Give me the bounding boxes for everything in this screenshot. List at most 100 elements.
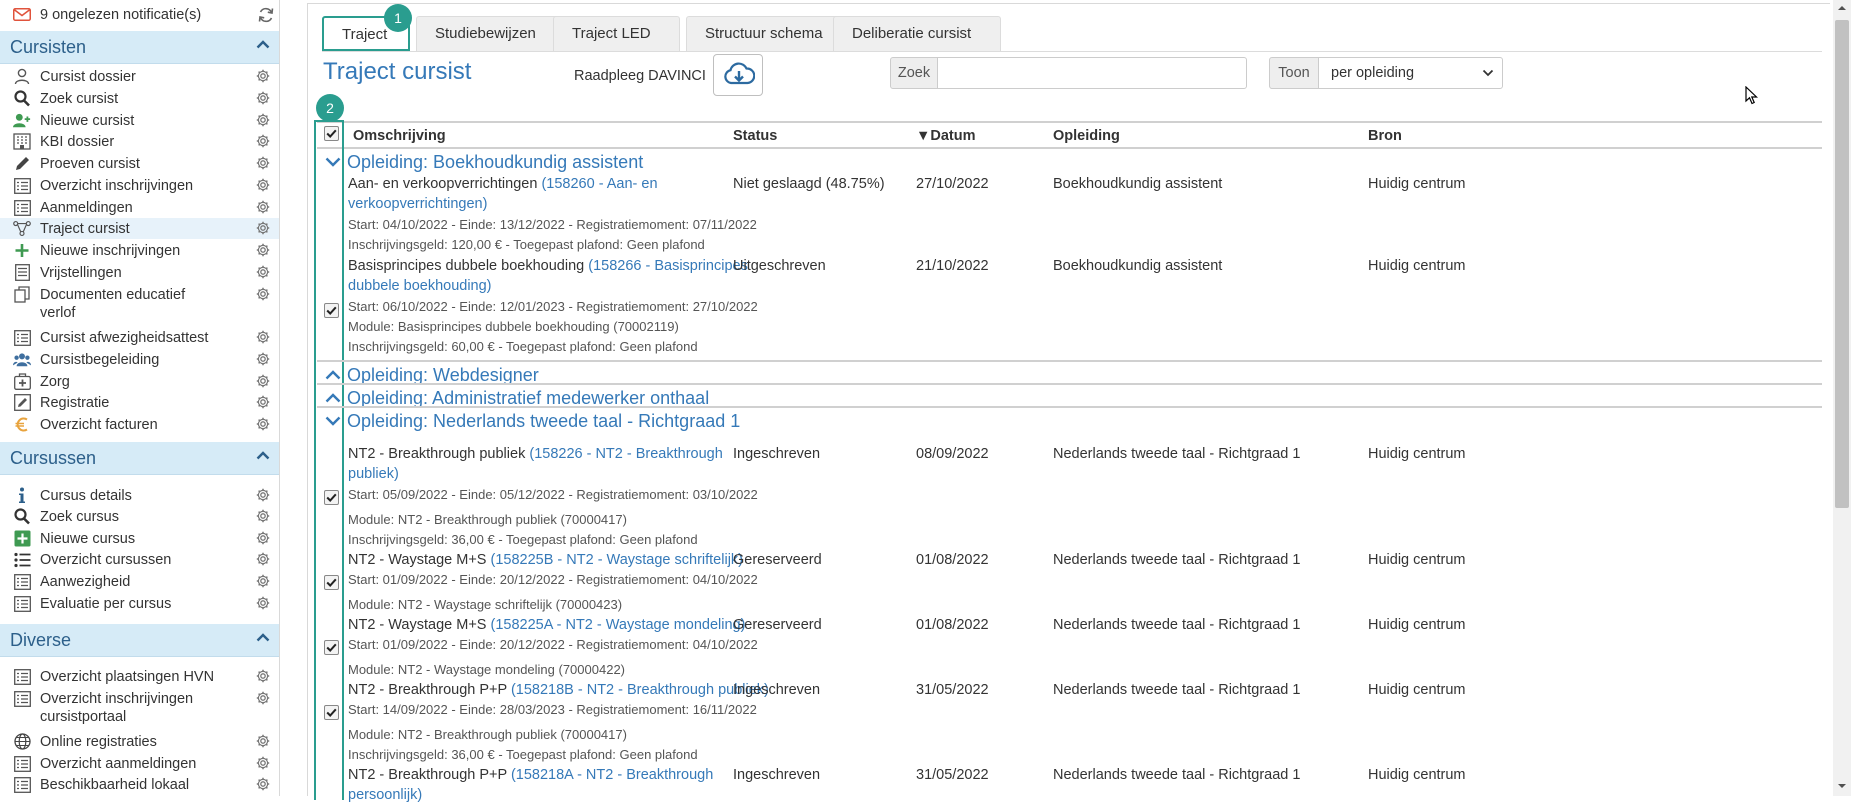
scroll-up-icon[interactable] xyxy=(1836,3,1848,13)
group-row-opleiding-nederlands-tweede-taal-richtgraad-1[interactable]: Opleiding: Nederlands tweede taal - Rich… xyxy=(317,410,1822,434)
gear-icon[interactable] xyxy=(256,265,270,279)
sidebar-item-aanmeldingen[interactable]: Aanmeldingen xyxy=(0,197,279,218)
sidebar-item-overzicht-aanmeldingen[interactable]: Overzicht aanmeldingen xyxy=(0,753,279,774)
row-checkbox[interactable] xyxy=(324,303,339,318)
gear-icon[interactable] xyxy=(256,691,270,705)
chevron-up-icon[interactable] xyxy=(325,370,341,380)
sidebar-item-online-registraties[interactable]: Online registraties xyxy=(0,731,279,752)
row-course-link[interactable]: (158260 - Aan- en xyxy=(541,176,657,192)
sidebar-item-zoek-cursist[interactable]: Zoek cursist xyxy=(0,88,279,109)
chevron-down-icon[interactable] xyxy=(325,416,341,426)
sidebar-item-overzicht-plaatsingen-hvn[interactable]: Overzicht plaatsingen HVN xyxy=(0,666,279,687)
sidebar-item-registratie[interactable]: Registratie xyxy=(0,392,279,413)
sidebar-item-nieuwe-cursist[interactable]: Nieuwe cursist xyxy=(0,110,279,131)
gear-icon[interactable] xyxy=(256,574,270,588)
gear-icon[interactable] xyxy=(256,156,270,170)
column-header-opleiding[interactable]: Opleiding xyxy=(1053,128,1120,144)
sidebar-item-cursist-afwezigheidsattest[interactable]: Cursist afwezigheidsattest xyxy=(0,327,279,348)
refresh-icon[interactable] xyxy=(257,6,275,24)
notifications-text[interactable]: 9 ongelezen notificatie(s) xyxy=(40,7,201,23)
group-title[interactable]: Opleiding: Nederlands tweede taal - Rich… xyxy=(347,411,740,432)
row-course-link[interactable]: (158218A - NT2 - Breakthrough xyxy=(511,767,713,783)
gear-icon[interactable] xyxy=(256,509,270,523)
sidebar-item-traject-cursist[interactable]: Traject cursist xyxy=(0,218,279,239)
chevron-down-icon[interactable] xyxy=(325,157,341,167)
gear-icon[interactable] xyxy=(256,91,270,105)
gear-icon[interactable] xyxy=(256,134,270,148)
raadpleeg-davinci-button[interactable] xyxy=(713,54,763,96)
row-checkbox[interactable] xyxy=(324,490,339,505)
sidebar-item-documenten-educatief[interactable]: Documenten educatief verlof xyxy=(0,284,279,326)
row-course-link[interactable]: (158226 - NT2 - Breakthrough xyxy=(529,446,722,462)
sidebar-item-cursistbegeleiding[interactable]: Cursistbegeleiding xyxy=(0,349,279,370)
sidebar-item-cursus-details[interactable]: Cursus details xyxy=(0,485,279,506)
column-header-bron[interactable]: Bron xyxy=(1368,128,1402,144)
row-course-link[interactable]: persoonlijk) xyxy=(348,787,422,803)
group-title[interactable]: Opleiding: Boekhoudkundig assistent xyxy=(347,152,643,173)
sidebar-section-diverse[interactable]: Diverse xyxy=(0,624,279,657)
gear-icon[interactable] xyxy=(256,221,270,235)
sidebar-item-nieuwe-inschrijvingen[interactable]: Nieuwe inschrijvingen xyxy=(0,240,279,261)
sidebar-item-kbi-dossier[interactable]: KBI dossier xyxy=(0,131,279,152)
row-checkbox[interactable] xyxy=(324,640,339,655)
row-course-link[interactable]: (158225B - NT2 - Waystage schriftelijk) xyxy=(491,552,744,568)
main-scrollbar-thumb[interactable] xyxy=(1835,20,1849,508)
sidebar-item-proeven-cursist[interactable]: Proeven cursist xyxy=(0,153,279,174)
row-course-link[interactable]: (158225A - NT2 - Waystage mondeling) xyxy=(491,617,746,633)
sidebar-item-aanwezigheid[interactable]: Aanwezigheid xyxy=(0,571,279,592)
tab-studiebewijzen[interactable]: Studiebewijzen xyxy=(416,16,576,51)
row-course-link[interactable]: (158218B - NT2 - Breakthrough publiek) xyxy=(511,682,769,698)
gear-icon[interactable] xyxy=(256,596,270,610)
sidebar-item-zoek-cursus[interactable]: Zoek cursus xyxy=(0,506,279,527)
sidebar-item-overzicht-inschrijvingen[interactable]: Overzicht inschrijvingen cursistportaal xyxy=(0,688,279,730)
gear-icon[interactable] xyxy=(256,330,270,344)
gear-icon[interactable] xyxy=(256,243,270,257)
row-course-link[interactable]: (158266 - Basisprincipes xyxy=(588,258,748,274)
gear-icon[interactable] xyxy=(256,777,270,791)
chevron-up-icon[interactable] xyxy=(325,393,341,403)
gear-icon[interactable] xyxy=(256,352,270,366)
notifications-row[interactable]: 9 ongelezen notificatie(s) xyxy=(0,3,279,29)
scroll-down-icon[interactable] xyxy=(1836,781,1848,791)
sidebar-item-cursist-dossier[interactable]: Cursist dossier xyxy=(0,66,279,87)
group-row-opleiding-boekhoudkundig-assistent[interactable]: Opleiding: Boekhoudkundig assistent xyxy=(317,151,1822,175)
sidebar-section-cursisten[interactable]: Cursisten xyxy=(0,31,279,64)
tab-deliberatie-cursist[interactable]: Deliberatie cursist xyxy=(833,16,1001,51)
gear-icon[interactable] xyxy=(256,669,270,683)
gear-icon[interactable] xyxy=(256,417,270,431)
toon-select[interactable]: per opleiding xyxy=(1318,57,1503,89)
gear-icon[interactable] xyxy=(256,200,270,214)
gear-icon[interactable] xyxy=(256,552,270,566)
row-course-link[interactable]: dubbele boekhouding) xyxy=(348,278,492,294)
sidebar-item-evaluatie-per-cursus[interactable]: Evaluatie per cursus xyxy=(0,593,279,614)
row-checkbox[interactable] xyxy=(324,705,339,720)
gear-icon[interactable] xyxy=(256,488,270,502)
column-header-status[interactable]: Status xyxy=(733,128,777,144)
gear-icon[interactable] xyxy=(256,69,270,83)
sidebar-item-nieuwe-cursus[interactable]: Nieuwe cursus xyxy=(0,528,279,549)
gear-icon[interactable] xyxy=(256,178,270,192)
sidebar-item-zorg[interactable]: Zorg xyxy=(0,371,279,392)
gear-icon[interactable] xyxy=(256,374,270,388)
chevron-up-icon[interactable] xyxy=(256,451,270,460)
sidebar-item-overzicht-facturen[interactable]: Overzicht facturen xyxy=(0,414,279,435)
gear-icon[interactable] xyxy=(256,734,270,748)
tab-structuur-schema[interactable]: Structuur schema xyxy=(686,16,846,51)
chevron-up-icon[interactable] xyxy=(256,40,270,49)
sidebar-item-overzicht-cursussen[interactable]: Overzicht cursussen xyxy=(0,549,279,570)
chevron-up-icon[interactable] xyxy=(256,633,270,642)
tab-traject-led[interactable]: Traject LED xyxy=(553,16,680,51)
sidebar-item-vrijstellingen[interactable]: Vrijstellingen xyxy=(0,262,279,283)
row-course-link[interactable]: verkoopverrichtingen) xyxy=(348,196,487,212)
sidebar-item-overzicht-inschrijvingen[interactable]: Overzicht inschrijvingen xyxy=(0,175,279,196)
sidebar-section-cursussen[interactable]: Cursussen xyxy=(0,442,279,475)
gear-icon[interactable] xyxy=(256,113,270,127)
column-header-datum[interactable]: ▼Datum xyxy=(916,128,975,144)
gear-icon[interactable] xyxy=(256,287,270,301)
column-header-omschrijving[interactable]: Omschrijving xyxy=(353,128,446,144)
search-input[interactable] xyxy=(937,57,1247,89)
row-checkbox[interactable] xyxy=(324,575,339,590)
gear-icon[interactable] xyxy=(256,531,270,545)
sidebar-item-beschikbaarheid-lokaal[interactable]: Beschikbaarheid lokaal xyxy=(0,774,279,795)
row-course-link[interactable]: publiek) xyxy=(348,466,399,482)
